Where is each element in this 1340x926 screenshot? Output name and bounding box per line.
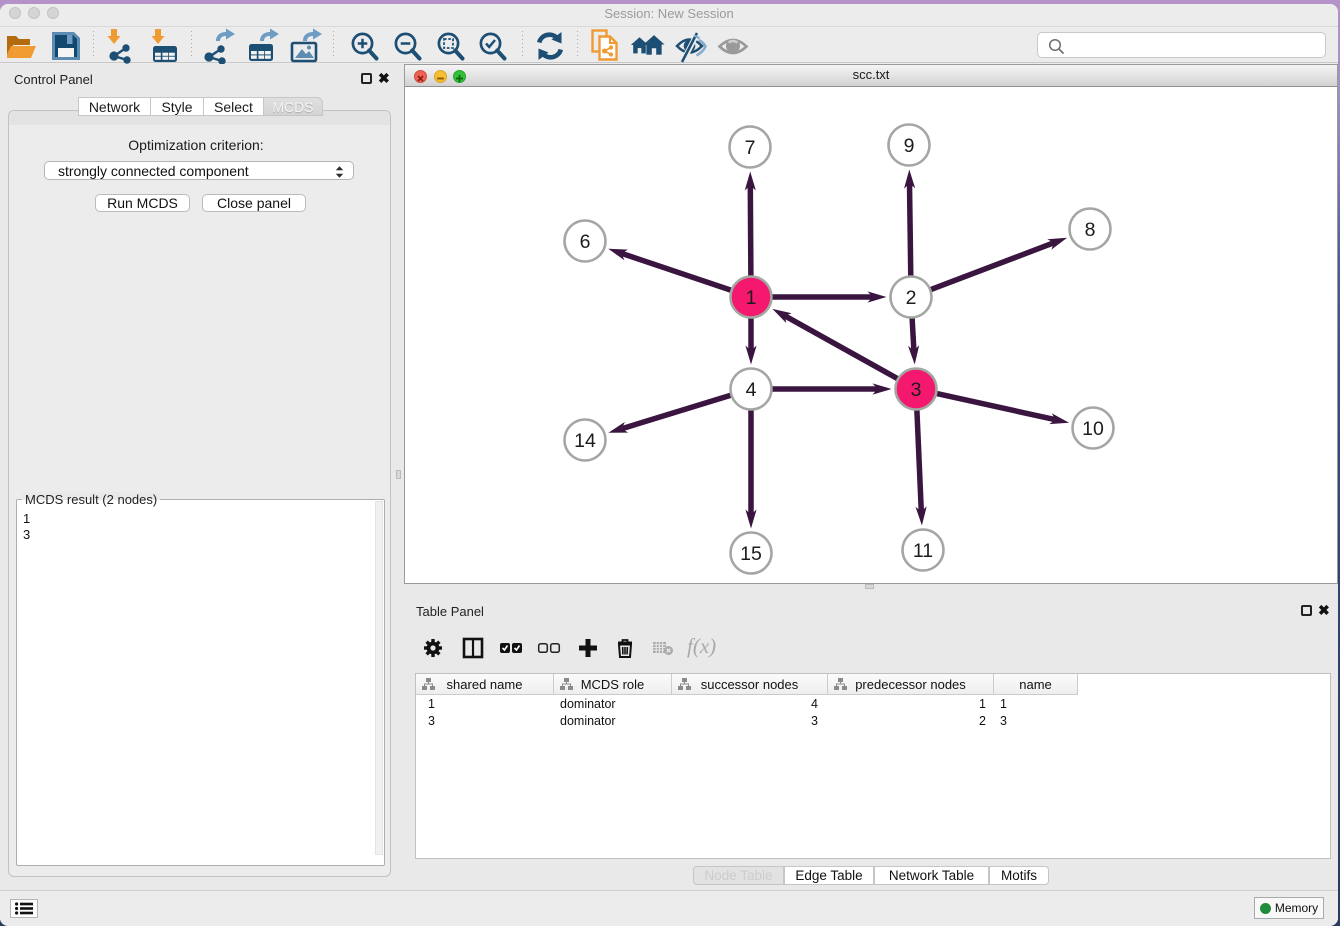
svg-text:6: 6 (580, 231, 591, 253)
svg-text:9: 9 (904, 135, 915, 157)
svg-text:1: 1 (746, 287, 757, 309)
svg-text:15: 15 (740, 543, 762, 565)
svg-text:4: 4 (746, 379, 757, 401)
svg-text:11: 11 (913, 540, 933, 562)
svg-text:10: 10 (1082, 418, 1104, 440)
svg-text:7: 7 (745, 137, 756, 159)
svg-text:14: 14 (574, 430, 596, 452)
svg-text:2: 2 (906, 287, 917, 309)
svg-text:8: 8 (1085, 219, 1096, 241)
svg-text:3: 3 (911, 379, 922, 401)
